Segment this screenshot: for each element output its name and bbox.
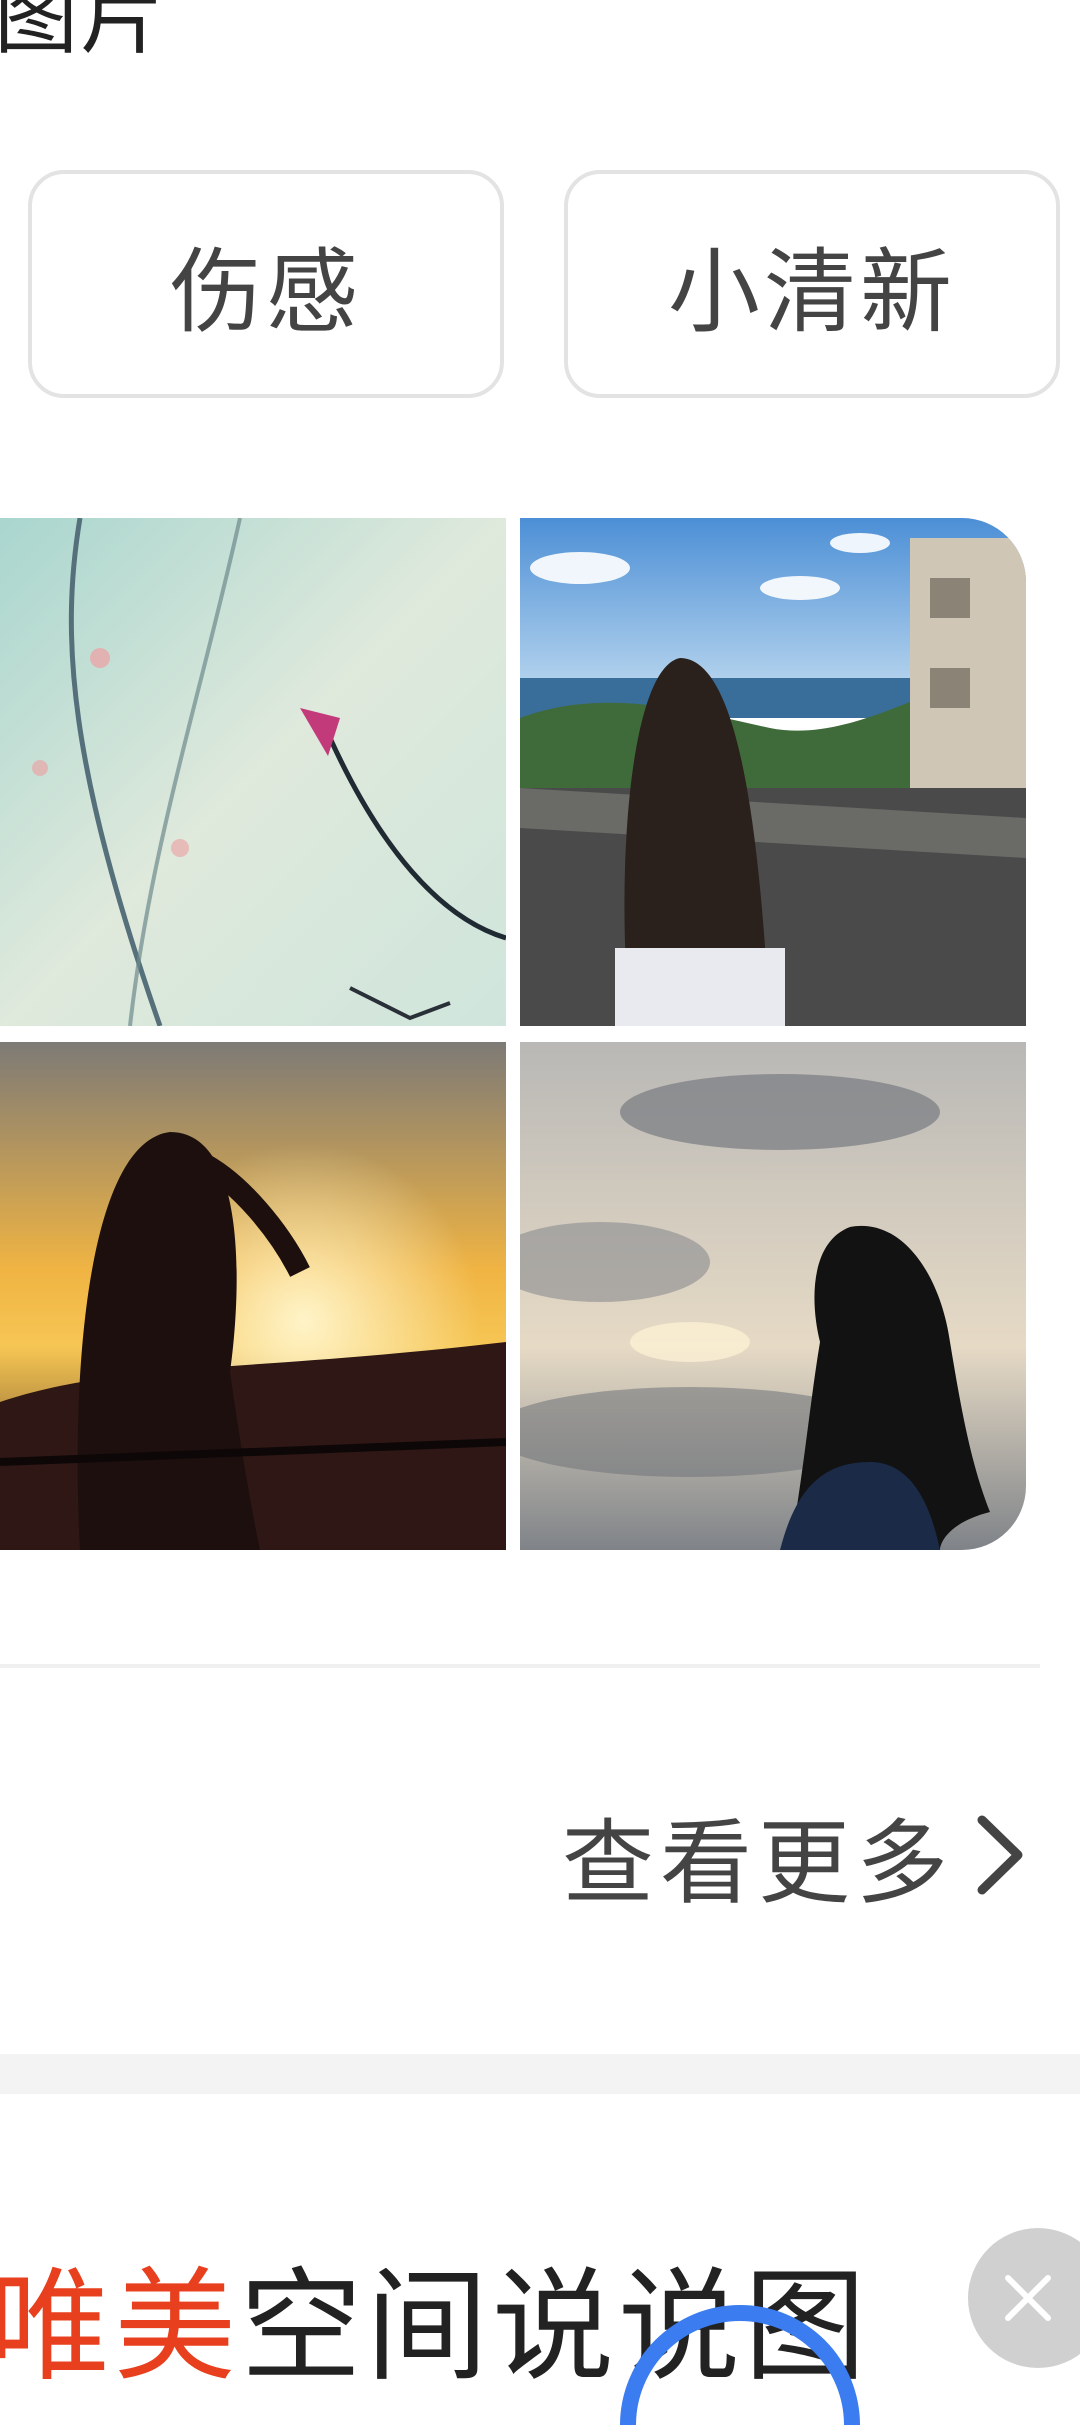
close-icon — [1005, 2275, 1051, 2321]
section-separator — [0, 2054, 1080, 2094]
tag-fresh-button[interactable]: 小清新 — [564, 170, 1060, 398]
view-more-link[interactable]: 查看更多 — [562, 1800, 1028, 1917]
tag-row: 伤感 小清新 — [0, 170, 1080, 400]
section-title: 图片 — [0, 0, 167, 66]
tag-sad-button[interactable]: 伤感 — [28, 170, 504, 398]
gallery-image-flower[interactable] — [0, 518, 506, 1026]
chevron-right-icon — [977, 1815, 1023, 1895]
image-gallery — [0, 518, 1028, 1550]
gallery-image-cloudy-sky[interactable] — [520, 1042, 1026, 1550]
next-section-title-accent: 唯美 — [0, 2256, 240, 2398]
divider — [0, 1664, 1040, 1668]
close-floating-button[interactable] — [968, 2228, 1080, 2368]
view-more-label: 查看更多 — [561, 1809, 954, 1917]
gallery-image-sea-view[interactable] — [520, 518, 1026, 1026]
gallery-image-sunset[interactable] — [0, 1042, 506, 1550]
